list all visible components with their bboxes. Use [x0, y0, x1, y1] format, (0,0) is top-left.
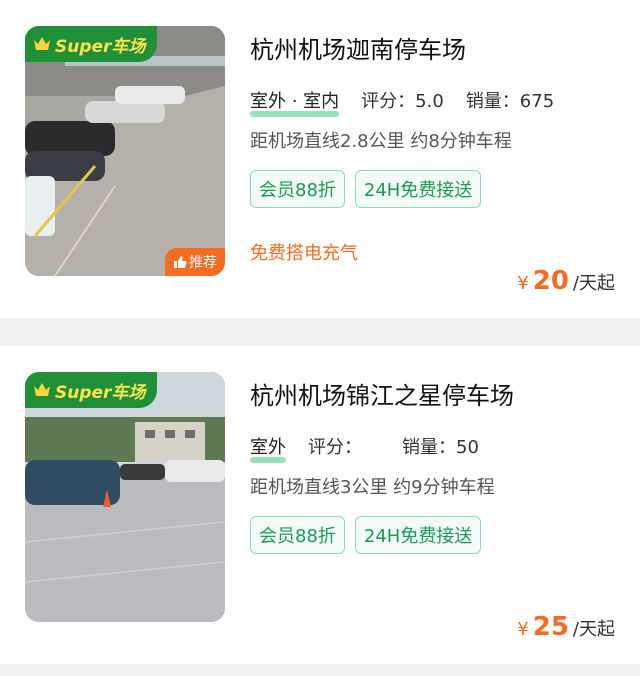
location-type: 室外 · 室内: [250, 87, 340, 117]
sales-label: 销量：50: [402, 437, 479, 458]
score-label: 评分：5.0: [361, 91, 444, 112]
thumbs-up-icon: [174, 256, 187, 268]
parking-title[interactable]: 杭州机场锦江之星停车场: [250, 376, 514, 411]
price-unit: /天起: [572, 273, 615, 294]
parking-lot-image: [25, 372, 225, 622]
super-badge-label: Super车场: [55, 382, 146, 403]
location-type: 室外: [250, 433, 286, 463]
price-currency: ¥: [517, 619, 529, 640]
parking-meta: 室外 评分： 销量：50: [250, 433, 479, 463]
parking-card[interactable]: Super车场 推荐 杭州机场迦南停车场 室外 · 室内 评分：5.0 销量：6…: [0, 0, 640, 318]
tag-list: 会员88折 24H免费接送: [250, 516, 482, 554]
super-badge: Super车场: [25, 372, 157, 408]
price-amount: 20: [532, 266, 569, 296]
crown-icon: [34, 383, 50, 396]
distance-info: 距机场直线3公里 约9分钟车程: [250, 477, 495, 498]
price: ¥ 25 /天起: [517, 612, 615, 642]
crown-icon: [34, 37, 50, 50]
tag-list: 会员88折 24H免费接送: [250, 170, 482, 208]
super-badge: Super车场: [25, 26, 157, 62]
location-type-label: 室外: [250, 437, 286, 458]
parking-photo: Super车场: [25, 372, 225, 622]
tag-member-discount: 会员88折: [250, 170, 345, 208]
tag-member-discount: 会员88折: [250, 516, 345, 554]
location-type-label: 室外 · 室内: [250, 91, 340, 112]
location-type-highlight: [250, 457, 286, 463]
super-badge-label: Super车场: [55, 36, 146, 57]
parking-card[interactable]: Super车场 杭州机场锦江之星停车场 室外 评分： 销量：50 距机场直线3公…: [0, 346, 640, 664]
price: ¥ 20 /天起: [517, 266, 615, 296]
price-currency: ¥: [517, 273, 529, 294]
parking-meta: 室外 · 室内 评分：5.0 销量：675: [250, 87, 555, 117]
service-info: 免费搭电充气: [250, 243, 358, 264]
score-label: 评分：: [308, 437, 362, 458]
distance-info: 距机场直线2.8公里 约8分钟车程: [250, 131, 512, 152]
tag-free-shuttle: 24H免费接送: [354, 516, 482, 554]
price-unit: /天起: [572, 619, 615, 640]
parking-photo: Super车场 推荐: [25, 26, 225, 276]
parking-title[interactable]: 杭州机场迦南停车场: [250, 30, 466, 65]
parking-lot-image: [25, 26, 225, 276]
recommend-label: 推荐: [189, 255, 217, 271]
price-amount: 25: [532, 612, 569, 642]
sales-label: 销量：675: [465, 91, 555, 112]
tag-free-shuttle: 24H免费接送: [354, 170, 482, 208]
recommend-badge: 推荐: [165, 248, 225, 276]
parking-list: Super车场 推荐 杭州机场迦南停车场 室外 · 室内 评分：5.0 销量：6…: [0, 0, 640, 676]
location-type-highlight: [250, 111, 340, 117]
